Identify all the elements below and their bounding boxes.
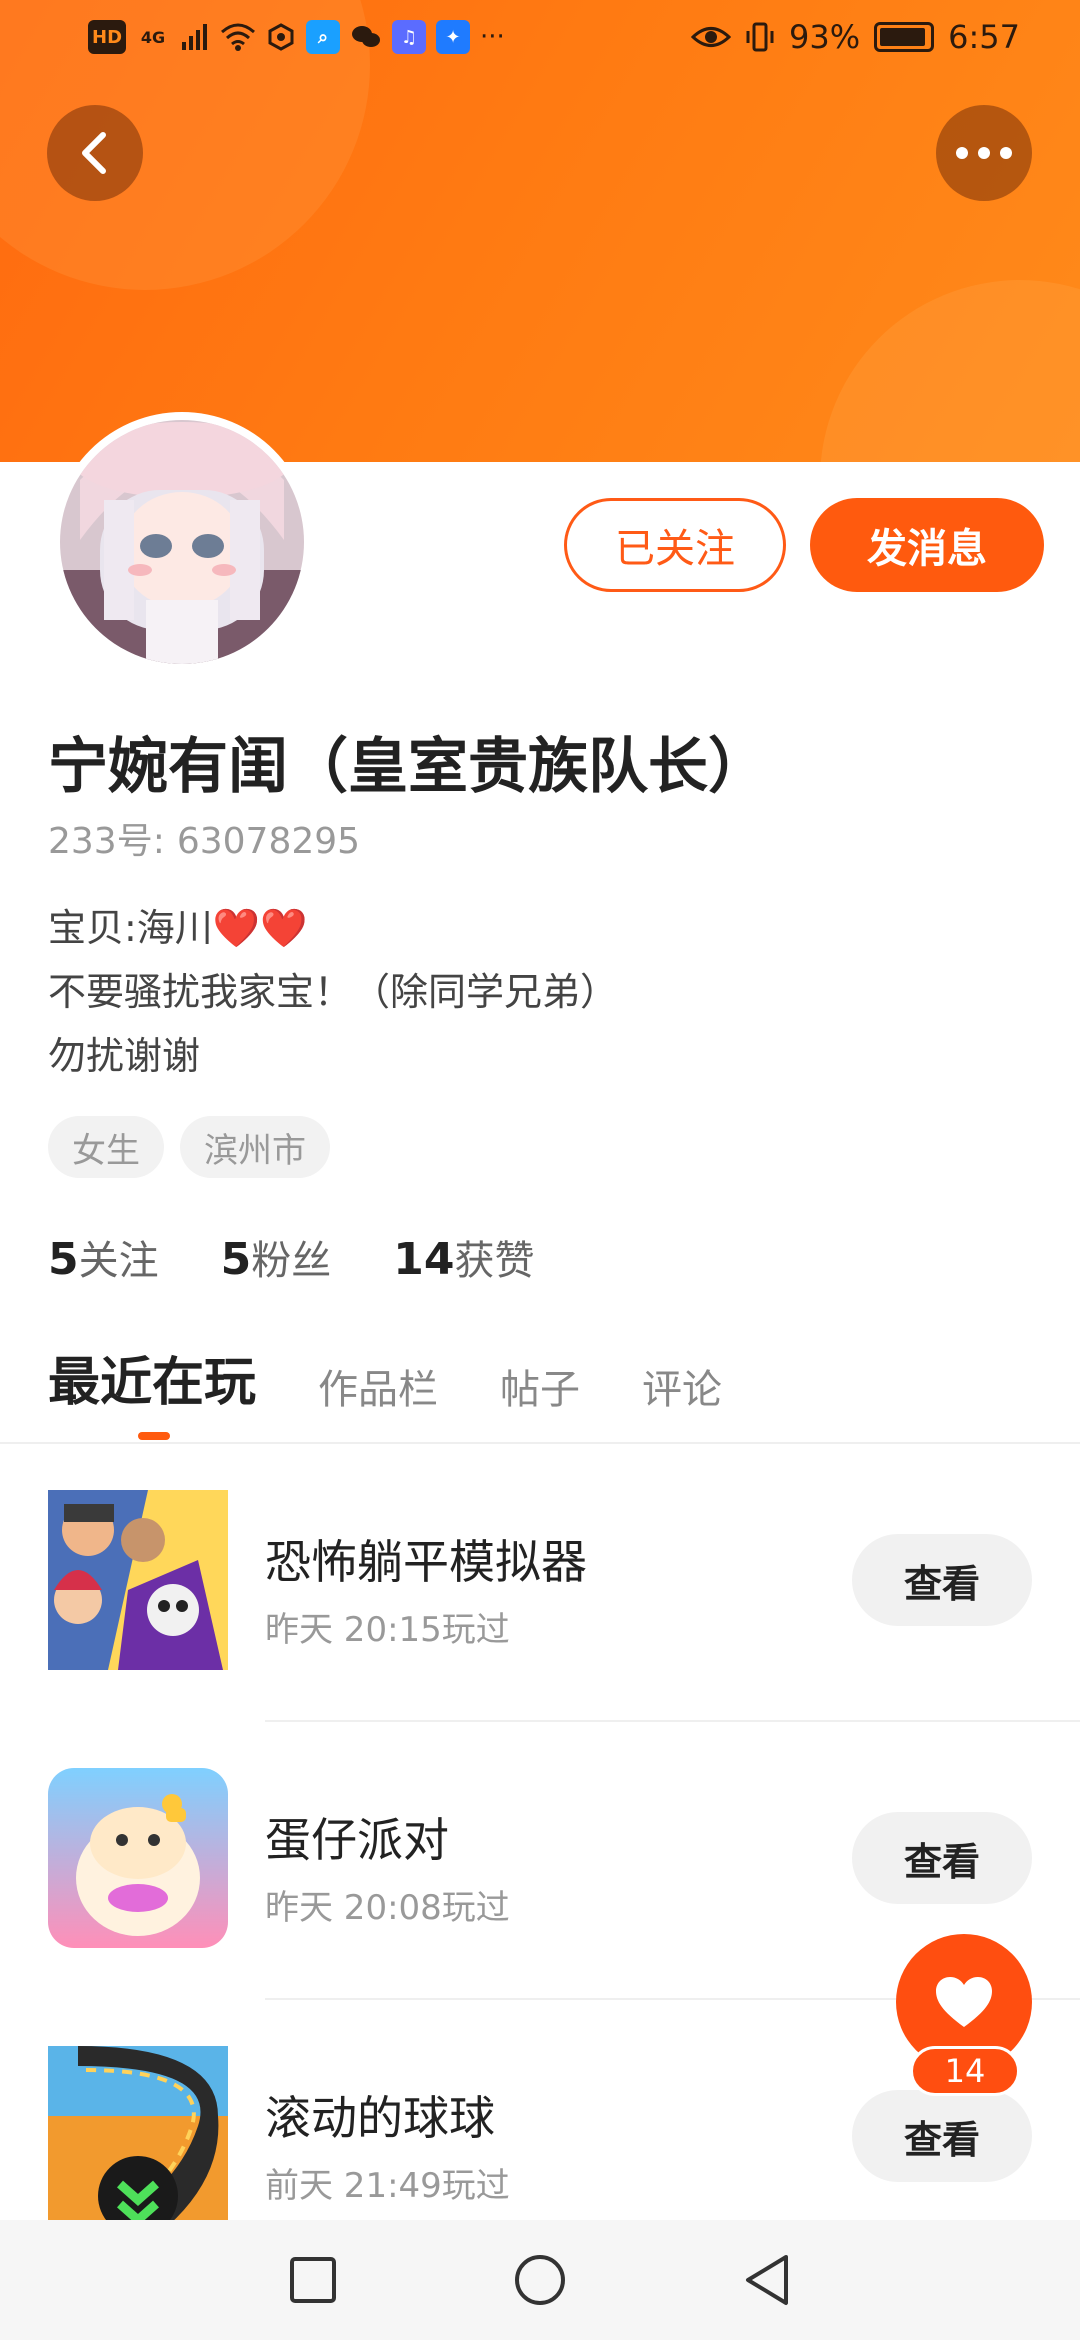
system-nav-bar	[0, 2220, 1080, 2340]
following-label: 关注	[78, 1238, 159, 1284]
view-button[interactable]: 查看	[852, 2090, 1032, 2182]
circle-home-icon	[514, 2255, 565, 2305]
eye-icon	[691, 27, 732, 47]
view-button[interactable]: 查看	[852, 1812, 1032, 1904]
tab-works[interactable]: 作品栏	[318, 1357, 438, 1415]
heart-icon	[936, 1977, 992, 2027]
divider	[265, 1720, 1080, 1722]
system-back-button[interactable]	[727, 2240, 807, 2320]
bio-line: 勿扰谢谢	[48, 1034, 201, 1078]
hd-badge: HD	[88, 20, 127, 54]
home-button[interactable]	[500, 2240, 580, 2320]
more-dots-icon	[956, 147, 1012, 159]
wifi-icon	[221, 23, 256, 51]
divider	[0, 1442, 1080, 1444]
following-stat[interactable]: 5关注	[48, 1228, 159, 1286]
id-value: 63078295	[176, 821, 361, 862]
profile-name: 宁婉有闺（皇室贵族队长）	[48, 732, 768, 802]
hexagon-app-icon	[268, 23, 294, 51]
game-list-item[interactable]: 恐怖躺平模拟器 昨天 20:15玩过 查看	[0, 1490, 1080, 1670]
followers-stat[interactable]: 5粉丝	[221, 1228, 332, 1286]
bio-line: 宝贝:海川❤️❤️	[48, 896, 618, 960]
profile-screen: HD 4G ⌕ ♫ ✦ ··· 93% 6:57 已关注 发消息 宁婉有闺（皇室…	[0, 0, 1080, 2340]
heart-emoji: ❤️❤️	[212, 906, 308, 950]
profile-stats: 5关注 5粉丝 14获赞	[48, 1228, 534, 1286]
status-right-icons: 93% 6:57	[691, 18, 1020, 56]
followers-label: 粉丝	[251, 1238, 332, 1284]
likes-stat[interactable]: 14获赞	[393, 1228, 534, 1286]
game-last-played: 昨天 20:08玩过	[265, 1888, 510, 1928]
game-list-item[interactable]: 蛋仔派对 昨天 20:08玩过 查看	[0, 1768, 1080, 1948]
game-title: 蛋仔派对	[265, 1813, 449, 1867]
back-button[interactable]	[47, 105, 143, 201]
horror-game-art	[48, 1490, 228, 1670]
avatar-image	[60, 420, 304, 664]
game-title: 滚动的球球	[265, 2091, 495, 2145]
avatar[interactable]	[52, 412, 312, 672]
profile-bio: 宝贝:海川❤️❤️ 不要骚扰我家宝！（除同学兄弟） 勿扰谢谢	[48, 896, 618, 1088]
wechat-icon	[352, 26, 381, 47]
status-bar: HD 4G ⌕ ♫ ✦ ··· 93% 6:57	[0, 0, 1080, 80]
game-icon	[48, 1490, 228, 1670]
battery-fill	[880, 28, 926, 46]
battery-percent: 93%	[789, 18, 861, 56]
likes-count: 14	[393, 1234, 455, 1285]
game-last-played: 前天 21:49玩过	[265, 2166, 510, 2206]
profile-tabs: 最近在玩 作品栏 帖子 评论	[48, 1340, 722, 1415]
network-4g-label: 4G	[140, 27, 166, 47]
bulb-app-icon: ✦	[436, 20, 471, 54]
vibrate-icon	[746, 22, 774, 52]
rolling-ball-art	[48, 2046, 228, 2226]
game-icon	[48, 2046, 228, 2226]
more-button[interactable]	[936, 105, 1032, 201]
location-tag: 滨州市	[180, 1116, 330, 1178]
tab-recently-played[interactable]: 最近在玩	[48, 1340, 256, 1415]
triangle-back-icon	[745, 2255, 788, 2305]
followers-count: 5	[220, 1234, 252, 1285]
music-app-icon: ♫	[392, 20, 427, 54]
game-title: 恐怖躺平模拟器	[265, 1535, 587, 1589]
eggy-party-art	[48, 1768, 228, 1948]
following-count: 5	[48, 1234, 79, 1285]
send-message-button[interactable]: 发消息	[810, 498, 1044, 592]
like-count-badge: 14	[910, 2046, 1020, 2096]
gender-tag: 女生	[48, 1116, 164, 1178]
chevron-left-icon	[82, 132, 106, 174]
search-app-icon: ⌕	[306, 20, 341, 54]
signal-icon	[182, 24, 208, 50]
recent-apps-button[interactable]	[273, 2240, 353, 2320]
clock: 6:57	[948, 18, 1020, 56]
game-last-played: 昨天 20:15玩过	[265, 1610, 510, 1650]
active-tab-indicator	[138, 1432, 170, 1440]
followed-button[interactable]: 已关注	[564, 498, 786, 592]
square-icon	[290, 2257, 337, 2303]
bio-text: 宝贝:海川	[48, 906, 213, 950]
battery-icon	[874, 22, 935, 52]
tab-comments[interactable]: 评论	[642, 1357, 722, 1415]
id-label: 233号:	[48, 821, 165, 862]
profile-id: 233号: 63078295	[48, 812, 360, 864]
status-left-icons: HD 4G ⌕ ♫ ✦ ···	[88, 20, 505, 54]
game-icon	[48, 1768, 228, 1948]
banner-decoration	[820, 280, 1080, 462]
likes-label: 获赞	[454, 1238, 535, 1284]
more-notifications-icon: ···	[480, 22, 505, 52]
tab-posts[interactable]: 帖子	[500, 1357, 580, 1415]
view-button[interactable]: 查看	[852, 1534, 1032, 1626]
profile-tags: 女生 滨州市	[48, 1116, 330, 1178]
bio-line: 不要骚扰我家宝！（除同学兄弟）	[48, 970, 619, 1014]
